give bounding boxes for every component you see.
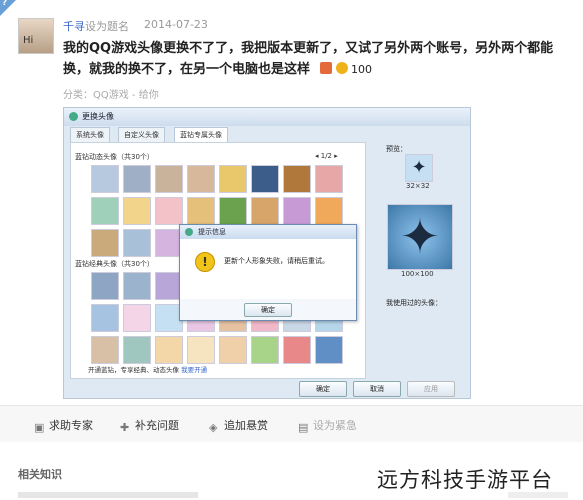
- star-icon: ✦: [399, 209, 441, 265]
- add-reward-button[interactable]: ◈ 追加悬赏: [209, 417, 268, 433]
- avatar-option[interactable]: [123, 336, 151, 364]
- question-category[interactable]: 分类：QQ游戏 - 给你: [63, 86, 159, 101]
- avatar-option[interactable]: [123, 229, 151, 257]
- avatar-option[interactable]: [283, 336, 311, 364]
- expert-icon: ▣: [34, 421, 45, 434]
- preview-small: ✦: [405, 154, 433, 182]
- preview-small-size: 32×32: [406, 182, 430, 190]
- cancel-button[interactable]: 取消: [353, 381, 401, 397]
- avatar[interactable]: Hi: [18, 18, 54, 54]
- related-item-date-placeholder: [508, 492, 568, 498]
- attached-screenshot[interactable]: 更换头像 系统头像 自定义头像 蓝钻专属头像 蓝钻动态头像（共30个） ◂ 1/…: [63, 107, 471, 399]
- avatar-option[interactable]: [155, 165, 183, 193]
- apply-button[interactable]: 应用: [407, 381, 455, 397]
- action-label: 追加悬赏: [224, 419, 268, 432]
- preview-label: 预览：: [386, 145, 407, 153]
- add-detail-button[interactable]: ✚ 补充问题: [120, 417, 179, 433]
- avatar-option[interactable]: [91, 336, 119, 364]
- warning-icon: !: [195, 252, 215, 272]
- post-date: 2014-07-23: [144, 18, 208, 31]
- avatar-option[interactable]: [219, 197, 247, 225]
- ok-button[interactable]: 确定: [299, 381, 347, 397]
- avatar-option[interactable]: [187, 165, 215, 193]
- dialog-message: 更新个人形象失败，请稍后重试。: [224, 257, 329, 265]
- avatar-option[interactable]: [283, 197, 311, 225]
- avatar-option[interactable]: [315, 197, 343, 225]
- avatar-option[interactable]: [251, 165, 279, 193]
- question-body: 我的QQ游戏头像更换不了了，我把版本更新了，又试了另外两个账号，另外两个都能换，…: [63, 41, 554, 77]
- reward-icon: ◈: [209, 421, 218, 434]
- question-actions: ▣ 求助专家 ✚ 补充问题 ◈ 追加悬赏 ▤ 设为紧急: [0, 405, 583, 442]
- avatar-option[interactable]: [91, 272, 119, 300]
- plus-icon: ✚: [120, 421, 130, 434]
- avatar-option[interactable]: [251, 336, 279, 364]
- avatar-option[interactable]: [91, 197, 119, 225]
- ask-expert-button[interactable]: ▣ 求助专家: [34, 417, 93, 433]
- avatar-option[interactable]: [219, 165, 247, 193]
- question-text: 我的QQ游戏头像更换不了了，我把版本更新了，又试了另外两个账号，另外两个都能换，…: [63, 38, 573, 80]
- section-classic: 蓝钻经典头像（共30个）: [75, 260, 154, 268]
- username[interactable]: 千寻: [63, 18, 85, 34]
- coin-icon: [336, 62, 349, 74]
- pager[interactable]: ◂ 1/2 ▸: [315, 152, 338, 160]
- avatar-option[interactable]: [283, 165, 311, 193]
- related-knowledge-heading: 相关知识: [18, 468, 62, 481]
- avatar-option[interactable]: [123, 272, 151, 300]
- question-badge-icon: [320, 62, 333, 74]
- avatar-option[interactable]: [123, 165, 151, 193]
- avatar-option[interactable]: [155, 197, 183, 225]
- error-dialog: 提示信息 ! 更新个人形象失败，请稍后重试。 确定: [179, 224, 357, 321]
- window-title: 更换头像: [82, 112, 114, 121]
- window-titlebar: [64, 108, 470, 126]
- reward-amount: 100: [351, 63, 373, 76]
- avatar-option[interactable]: [187, 336, 215, 364]
- avatar-option[interactable]: [155, 336, 183, 364]
- open-bluediamond-link[interactable]: 我要开通: [181, 366, 207, 374]
- related-item-placeholder: [18, 492, 198, 498]
- preview-large: ✦: [387, 204, 453, 270]
- corner-badge-mark: ?: [2, 0, 8, 8]
- preview-large-size: 100×100: [401, 270, 434, 278]
- set-title-link[interactable]: 设为题名: [85, 18, 129, 34]
- avatar-option[interactable]: [91, 165, 119, 193]
- footer-links: 开通蓝钻，专享经典、动态头像 我要开通: [88, 364, 207, 374]
- avatar-option[interactable]: [187, 197, 215, 225]
- avatar-option[interactable]: [219, 336, 247, 364]
- tab-system-avatar[interactable]: 系统头像: [70, 127, 110, 143]
- action-label: 设为紧急: [313, 419, 357, 432]
- avatar-option[interactable]: [251, 197, 279, 225]
- avatar-option[interactable]: [315, 165, 343, 193]
- footer-text: 开通蓝钻，专享经典、动态头像: [88, 366, 179, 374]
- set-urgent-button[interactable]: ▤ 设为紧急: [298, 417, 357, 433]
- avatar-option[interactable]: [315, 336, 343, 364]
- action-label: 补充问题: [135, 419, 179, 432]
- urgent-icon: ▤: [298, 421, 309, 434]
- used-avatars-label: 我使用过的头像：: [386, 299, 442, 307]
- tab-bluediamond-avatar[interactable]: 蓝钻专属头像: [174, 127, 228, 143]
- watermark: 远方科技手游平台: [377, 468, 553, 492]
- qq-icon: [185, 228, 193, 236]
- section-dynamic: 蓝钻动态头像（共30个）: [75, 153, 154, 161]
- avatar-option[interactable]: [123, 197, 151, 225]
- qq-icon: [69, 112, 78, 121]
- avatar-option[interactable]: [91, 304, 119, 332]
- star-icon: ✦: [411, 157, 427, 178]
- action-label: 求助专家: [49, 419, 93, 432]
- dialog-title: 提示信息: [198, 228, 226, 236]
- avatar-option[interactable]: [91, 229, 119, 257]
- dialog-ok-button[interactable]: 确定: [244, 303, 292, 317]
- avatar-text: Hi: [23, 35, 34, 46]
- avatar-option[interactable]: [123, 304, 151, 332]
- tab-custom-avatar[interactable]: 自定义头像: [118, 127, 165, 143]
